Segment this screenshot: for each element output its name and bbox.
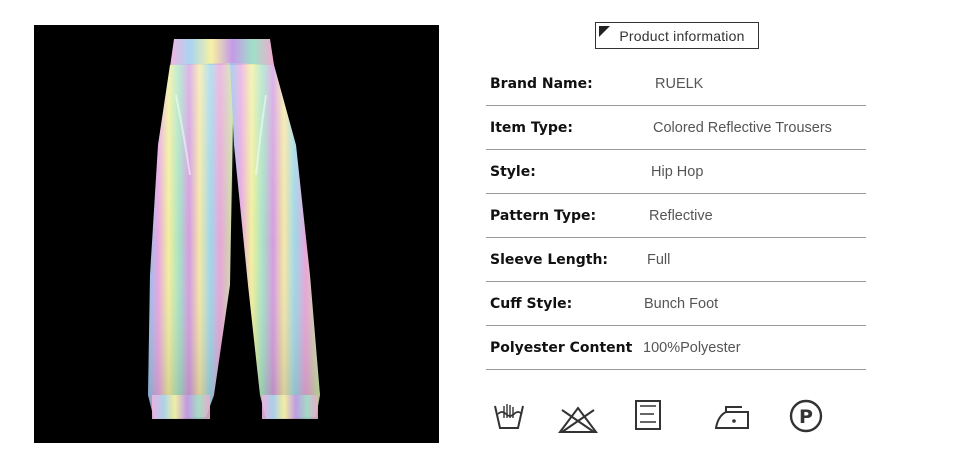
iron-low-icon bbox=[714, 406, 749, 429]
spec-row-pattern-type: Pattern Type: Reflective bbox=[486, 194, 866, 238]
spec-value: RUELK bbox=[655, 76, 704, 92]
spec-value: Hip Hop bbox=[651, 164, 704, 180]
spec-label: Polyester Content bbox=[490, 340, 633, 356]
product-information-title: Product information bbox=[595, 22, 759, 49]
spec-table: Brand Name: RUELK Item Type: Colored Ref… bbox=[486, 62, 866, 370]
spec-label: Pattern Type: bbox=[490, 208, 597, 224]
do-not-bleach-icon bbox=[558, 406, 598, 433]
spec-label: Cuff Style: bbox=[490, 296, 573, 312]
spec-label: Brand Name: bbox=[490, 76, 593, 92]
care-instructions: P bbox=[486, 398, 866, 438]
spec-label: Style: bbox=[490, 164, 536, 180]
spec-value: Reflective bbox=[649, 208, 713, 224]
spec-row-style: Style: Hip Hop bbox=[486, 150, 866, 194]
product-information-label: Product information bbox=[619, 27, 745, 44]
hand-wash-icon bbox=[494, 404, 524, 429]
spec-row-sleeve-length: Sleeve Length: Full bbox=[486, 238, 866, 282]
dry-flat-icon bbox=[635, 400, 661, 430]
spec-row-brand-name: Brand Name: RUELK bbox=[486, 62, 866, 106]
spec-value: 100%Polyester bbox=[643, 340, 741, 356]
spec-value: Full bbox=[647, 252, 671, 268]
reflective-trousers-image bbox=[148, 39, 320, 419]
spec-label: Item Type: bbox=[490, 120, 573, 136]
dry-clean-p-icon: P bbox=[789, 399, 823, 433]
spec-value: Colored Reflective Trousers bbox=[653, 120, 832, 136]
spec-row-cuff-style: Cuff Style: Bunch Foot bbox=[486, 282, 866, 326]
dry-clean-p-letter: P bbox=[799, 406, 813, 428]
product-photo bbox=[34, 25, 439, 443]
spec-row-item-type: Item Type: Colored Reflective Trousers bbox=[486, 106, 866, 150]
spec-value: Bunch Foot bbox=[644, 296, 719, 312]
corner-triangle-icon bbox=[599, 26, 610, 37]
spec-label: Sleeve Length: bbox=[490, 252, 609, 268]
spec-row-polyester-content: Polyester Content 100%Polyester bbox=[486, 326, 866, 370]
